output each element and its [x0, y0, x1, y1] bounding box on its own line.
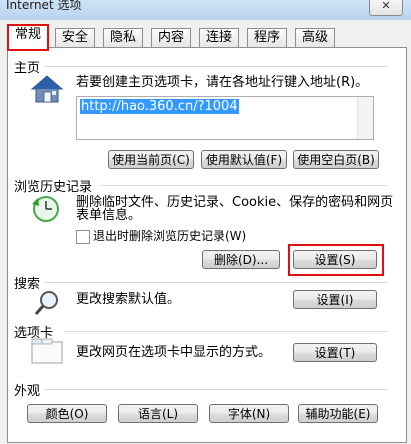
home-description: 若要创建主页选项卡，请在各地址行键入地址(R)。 [76, 75, 369, 90]
accessibility-button[interactable]: 辅助功能(E) [298, 404, 378, 423]
magnifier-icon [34, 289, 62, 320]
tabs-description: 更改网页在选项卡中显示的方式。 [76, 345, 272, 360]
tabs-divider [64, 331, 388, 332]
history-description-line2: 表单信息。 [76, 208, 142, 223]
colors-button[interactable]: 颜色(O) [27, 404, 107, 423]
use-blank-button[interactable]: 使用空白页(B) [293, 150, 379, 169]
history-divider [100, 185, 388, 186]
tabbed-window-icon [30, 337, 64, 368]
title-bar: Internet 选项 ✕ [0, 0, 411, 20]
tab-content[interactable]: 内容 [151, 28, 192, 47]
window-title: Internet 选项 [6, 0, 82, 12]
clock-refresh-icon [30, 194, 64, 227]
url-scrollbar[interactable] [357, 97, 373, 139]
tab-advanced[interactable]: 高级 [295, 28, 336, 47]
home-url-value: http://hao.360.cn/?1004 [80, 99, 239, 114]
delete-on-exit-checkbox[interactable] [76, 230, 90, 244]
history-section-label: 浏览历史记录 [14, 180, 93, 195]
fonts-button[interactable]: 字体(N) [209, 404, 289, 423]
appearance-divider [44, 389, 388, 390]
delete-history-button[interactable]: 删除(D)... [202, 250, 280, 269]
search-description: 更改搜索默认值。 [76, 292, 181, 307]
tab-privacy[interactable]: 隐私 [103, 28, 144, 47]
appearance-section-label: 外观 [14, 384, 41, 399]
house-icon [30, 74, 64, 107]
use-current-button[interactable]: 使用当前页(C) [108, 150, 194, 169]
home-url-textarea[interactable]: http://hao.360.cn/?1004 [76, 96, 374, 140]
tab-general[interactable]: 常规 [7, 24, 50, 51]
home-divider [44, 66, 388, 67]
history-settings-button[interactable]: 设置(S) [293, 250, 377, 269]
tab-connections[interactable]: 连接 [199, 28, 240, 47]
tab-programs[interactable]: 程序 [247, 28, 288, 47]
tab-strip: 常规 安全 隐私 内容 连接 程序 高级 [7, 24, 407, 51]
languages-button[interactable]: 语言(L) [118, 404, 198, 423]
use-default-button[interactable]: 使用默认值(F) [201, 150, 287, 169]
tab-security[interactable]: 安全 [55, 28, 96, 47]
search-divider [44, 282, 388, 283]
close-button[interactable]: ✕ [369, 0, 403, 16]
tabs-settings-button[interactable]: 设置(T) [293, 343, 377, 362]
delete-on-exit-label: 退出时删除浏览历史记录(W) [93, 229, 247, 243]
close-icon: ✕ [381, 0, 391, 12]
search-settings-button[interactable]: 设置(I) [293, 290, 377, 309]
